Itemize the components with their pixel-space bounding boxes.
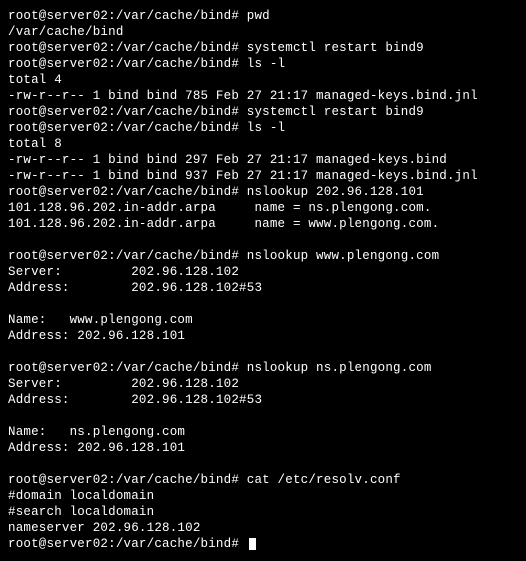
terminal-line: root@server02:/var/cache/bind# nslookup …: [8, 361, 432, 375]
terminal-line: -rw-r--r-- 1 bind bind 785 Feb 27 21:17 …: [8, 89, 478, 103]
terminal-line: Server: 202.96.128.102: [8, 265, 239, 279]
terminal-line: #domain localdomain: [8, 489, 154, 503]
terminal-line: nameserver 202.96.128.102: [8, 521, 201, 535]
terminal-line: -rw-r--r-- 1 bind bind 937 Feb 27 21:17 …: [8, 169, 478, 183]
terminal-line: root@server02:/var/cache/bind# nslookup …: [8, 185, 424, 199]
terminal-line: total 4: [8, 73, 62, 87]
terminal-line: root@server02:/var/cache/bind# pwd: [8, 9, 270, 23]
terminal-line: Server: 202.96.128.102: [8, 377, 239, 391]
terminal-line: total 8: [8, 137, 62, 151]
terminal-line: root@server02:/var/cache/bind# ls -l: [8, 121, 285, 135]
terminal-line: root@server02:/var/cache/bind# cat /etc/…: [8, 473, 401, 487]
terminal-prompt-line: root@server02:/var/cache/bind#: [8, 537, 247, 551]
terminal-line: Name: www.plengong.com: [8, 313, 193, 327]
terminal-line: Address: 202.96.128.101: [8, 441, 185, 455]
terminal-line: 101.128.96.202.in-addr.arpa name = ns.pl…: [8, 201, 432, 215]
terminal-line: Address: 202.96.128.102#53: [8, 281, 262, 295]
terminal-line: Address: 202.96.128.101: [8, 329, 185, 343]
terminal-line: root@server02:/var/cache/bind# ls -l: [8, 57, 285, 71]
terminal-line: root@server02:/var/cache/bind# systemctl…: [8, 105, 424, 119]
cursor-icon: [249, 538, 256, 550]
terminal-output[interactable]: root@server02:/var/cache/bind# pwd /var/…: [0, 0, 526, 560]
terminal-line: root@server02:/var/cache/bind# nslookup …: [8, 249, 439, 263]
terminal-line: 101.128.96.202.in-addr.arpa name = www.p…: [8, 217, 439, 231]
terminal-line: Name: ns.plengong.com: [8, 425, 185, 439]
terminal-line: root@server02:/var/cache/bind# systemctl…: [8, 41, 424, 55]
terminal-line: -rw-r--r-- 1 bind bind 297 Feb 27 21:17 …: [8, 153, 447, 167]
terminal-line: /var/cache/bind: [8, 25, 124, 39]
terminal-line: #search localdomain: [8, 505, 154, 519]
terminal-line: Address: 202.96.128.102#53: [8, 393, 262, 407]
